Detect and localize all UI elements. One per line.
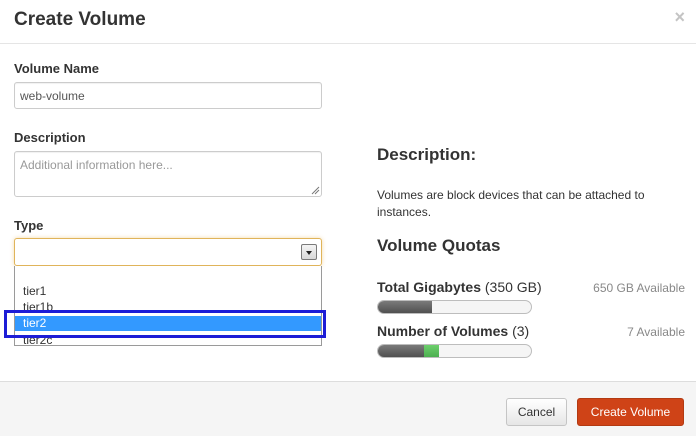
type-option-tier2c[interactable]: tier2c xyxy=(15,333,321,345)
create-volume-button[interactable]: Create Volume xyxy=(577,398,684,426)
quota-volumes-available: 7 Available xyxy=(627,325,685,339)
quota-volumes-name: Number of Volumes (3) xyxy=(377,323,529,339)
quota-gigabytes-available: 650 GB Available xyxy=(593,281,685,295)
type-label: Type xyxy=(14,218,44,233)
dialog-footer: Cancel Create Volume xyxy=(0,381,696,436)
create-volume-dialog: Create Volume × Volume Name Description … xyxy=(0,0,696,436)
quota-volumes-new-fill xyxy=(423,345,440,357)
quota-volumes-bar xyxy=(377,344,532,358)
cancel-button[interactable]: Cancel xyxy=(506,398,567,426)
dialog-title: Create Volume xyxy=(14,9,146,30)
type-select[interactable] xyxy=(14,238,322,266)
resize-grip-icon[interactable] xyxy=(311,186,320,195)
quota-volumes-label: Number of Volumes xyxy=(377,323,509,339)
type-option-tier1[interactable]: tier1 xyxy=(15,284,321,298)
type-dropdown-list: tier1 tier1b tier2 tier2c xyxy=(14,266,322,346)
quota-gigabytes-bar xyxy=(377,300,532,314)
quota-gigabytes-used-fill xyxy=(378,301,432,313)
dialog-header: Create Volume × xyxy=(0,0,696,44)
description-textarea[interactable]: Additional information here... xyxy=(14,151,322,197)
description-label: Description xyxy=(14,130,86,145)
quota-gigabytes-label: Total Gigabytes xyxy=(377,279,481,295)
description-placeholder: Additional information here... xyxy=(20,158,173,172)
type-option-tier1b[interactable]: tier1b xyxy=(15,300,321,314)
type-option-tier2[interactable]: tier2 xyxy=(15,316,321,331)
quota-gigabytes-name: Total Gigabytes (350 GB) xyxy=(377,279,542,295)
close-icon[interactable]: × xyxy=(674,8,685,26)
chevron-down-icon[interactable] xyxy=(301,244,317,260)
quota-volumes-detail: (3) xyxy=(512,323,530,339)
quota-gigabytes-detail: (350 GB) xyxy=(484,279,542,295)
volume-name-label: Volume Name xyxy=(14,61,100,76)
description-heading: Description: xyxy=(377,145,477,164)
volume-quotas-heading: Volume Quotas xyxy=(377,236,501,255)
volume-name-input[interactable] xyxy=(14,82,322,109)
quota-volumes-used-fill xyxy=(378,345,424,357)
description-text: Volumes are block devices that can be at… xyxy=(377,188,645,219)
